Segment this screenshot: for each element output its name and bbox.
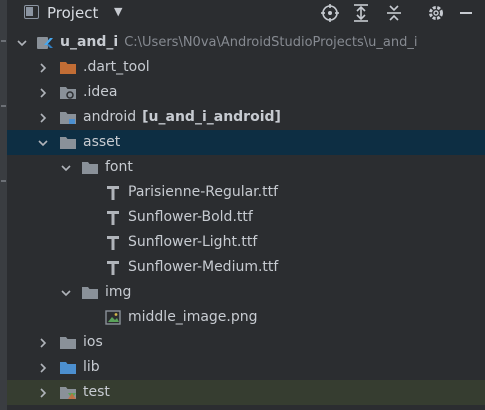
project-view-title[interactable]: Project xyxy=(47,4,98,22)
chevron-right-icon[interactable] xyxy=(37,62,49,74)
tree-item-label: middle_image.png xyxy=(128,309,258,325)
project-view-icon xyxy=(24,5,39,19)
tree-item-label: .dart_tool xyxy=(83,59,150,75)
tree-item-label: android [u_and_i_android] xyxy=(83,109,281,125)
chevron-down-icon[interactable] xyxy=(16,37,28,49)
collapse-all-icon[interactable] xyxy=(384,3,404,23)
module-name: [u_and_i_android] xyxy=(142,109,281,125)
flutter-module-icon xyxy=(37,37,53,49)
image-file-icon xyxy=(105,310,121,325)
project-path: C:\Users\N0va\AndroidStudioProjects\u_an… xyxy=(124,35,418,50)
tree-item-label: test xyxy=(83,384,110,400)
tree-item-font-file[interactable]: Sunflower-Light.ttf xyxy=(7,230,485,255)
tree-item-asset[interactable]: asset xyxy=(7,130,485,155)
tree-item-root[interactable]: u_and_i C:\Users\N0va\AndroidStudioProjec… xyxy=(7,30,485,55)
folder-icon xyxy=(82,287,98,299)
test-folder-icon xyxy=(60,387,76,399)
chevron-right-icon[interactable] xyxy=(37,362,49,374)
tree-item-test[interactable]: test xyxy=(7,380,485,405)
project-tool-window-header: Project ▼ xyxy=(7,0,485,26)
tree-item-font-file[interactable]: Parisienne-Regular.ttf xyxy=(7,180,485,205)
folder-icon xyxy=(82,162,98,174)
source-folder-icon xyxy=(60,362,76,374)
tree-item-label: Sunflower-Light.ttf xyxy=(128,234,258,250)
tree-item-font-file[interactable]: Sunflower-Bold.ttf xyxy=(7,205,485,230)
tree-item-label: lib xyxy=(83,359,100,375)
tree-item-idea[interactable]: .idea xyxy=(7,80,485,105)
font-file-icon xyxy=(107,261,119,275)
tree-item-label: ios xyxy=(83,334,103,350)
tree-item-font-file[interactable]: Sunflower-Medium.ttf xyxy=(7,255,485,280)
locate-file-icon[interactable] xyxy=(320,3,340,23)
view-dropdown-chevron-icon[interactable]: ▼ xyxy=(114,5,122,18)
chevron-right-icon[interactable] xyxy=(37,112,49,124)
strip-mark xyxy=(1,105,6,107)
tree-item-label: Parisienne-Regular.ttf xyxy=(128,184,279,200)
tree-item-image-file[interactable]: middle_image.png xyxy=(7,305,485,330)
chevron-down-icon[interactable] xyxy=(60,287,72,299)
module-folder-icon xyxy=(60,112,76,124)
tree-item-ios[interactable]: ios xyxy=(7,330,485,355)
tree-item-label: Sunflower-Bold.ttf xyxy=(128,209,253,225)
chevron-right-icon[interactable] xyxy=(37,387,49,399)
folder-icon xyxy=(60,337,76,349)
tree-item-label: Sunflower-Medium.ttf xyxy=(128,259,279,275)
tree-item-label: .idea xyxy=(83,84,118,100)
tree-item-lib[interactable]: lib xyxy=(7,355,485,380)
tree-item-label: img xyxy=(105,284,132,300)
font-file-icon xyxy=(107,211,119,225)
tree-item-label: font xyxy=(105,159,133,175)
strip-mark xyxy=(1,40,6,42)
chevron-down-icon[interactable] xyxy=(37,137,49,149)
chevron-right-icon[interactable] xyxy=(37,337,49,349)
tree-item-font[interactable]: font xyxy=(7,155,485,180)
chevron-right-icon[interactable] xyxy=(37,87,49,99)
tree-item-label: u_and_i C:\Users\N0va\AndroidStudioProjec… xyxy=(60,34,418,50)
tree-item-android[interactable]: android [u_and_i_android] xyxy=(7,105,485,130)
tree-item-label: asset xyxy=(83,134,121,150)
hide-panel-icon[interactable] xyxy=(456,3,476,23)
tree-item-img[interactable]: img xyxy=(7,280,485,305)
chevron-down-icon[interactable] xyxy=(60,162,72,174)
gear-icon[interactable] xyxy=(426,3,446,23)
tree-item-dart-tool[interactable]: .dart_tool xyxy=(7,55,485,80)
font-file-icon xyxy=(107,236,119,250)
strip-mark xyxy=(1,180,6,182)
font-file-icon xyxy=(107,186,119,200)
settings-folder-icon xyxy=(60,87,76,99)
folder-icon xyxy=(60,137,76,149)
left-tool-strip xyxy=(0,0,7,410)
excluded-folder-icon xyxy=(60,62,76,74)
expand-all-icon[interactable] xyxy=(351,3,371,23)
